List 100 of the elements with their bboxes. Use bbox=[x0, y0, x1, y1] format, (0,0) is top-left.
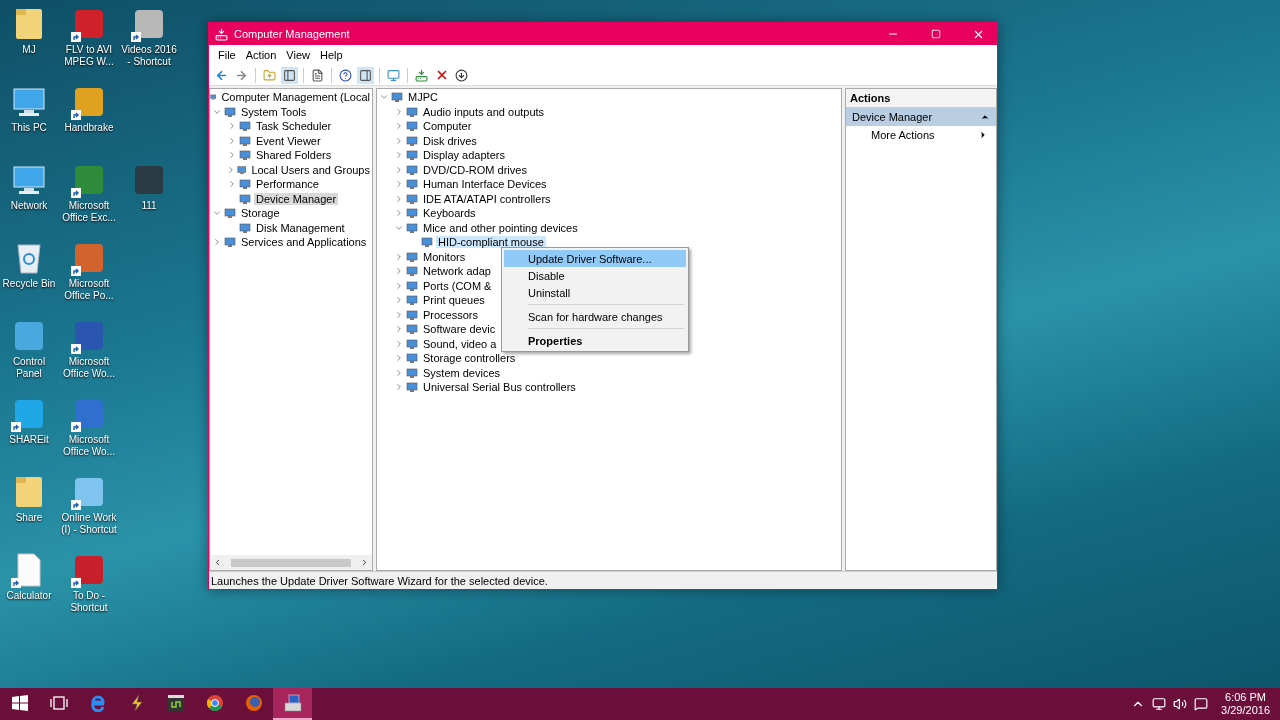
tree-item[interactable]: Local Users and Groups bbox=[249, 163, 372, 176]
tree-item[interactable]: Monitors bbox=[421, 250, 468, 263]
computer-app-icon bbox=[282, 694, 303, 712]
expand-icon[interactable] bbox=[394, 179, 404, 190]
tree-item[interactable]: Computer bbox=[421, 120, 474, 133]
notifications-icon[interactable] bbox=[1194, 697, 1209, 711]
tree-item[interactable]: Software devic bbox=[421, 323, 498, 336]
volume-icon[interactable] bbox=[1173, 697, 1188, 711]
tree-item[interactable]: Services and Applications bbox=[239, 236, 369, 249]
menu-item[interactable]: Update Driver Software... bbox=[504, 250, 686, 267]
action-item[interactable]: More Actions bbox=[846, 126, 996, 144]
tree-item[interactable]: Disk Management bbox=[254, 221, 347, 234]
expand-icon[interactable] bbox=[394, 367, 404, 378]
menu-item[interactable]: Disable bbox=[504, 267, 686, 284]
expand-icon[interactable] bbox=[394, 251, 404, 262]
tree-item[interactable]: Universal Serial Bus controllers bbox=[421, 381, 578, 394]
tree-item[interactable]: Sound, video a bbox=[421, 337, 499, 350]
tree-item[interactable]: Ports (COM & bbox=[421, 279, 494, 292]
action-pane-button[interactable] bbox=[357, 66, 374, 84]
tree-item[interactable]: Human Interface Devices bbox=[421, 178, 549, 191]
expand-icon[interactable] bbox=[227, 121, 237, 132]
tree-item[interactable]: Keyboards bbox=[421, 207, 478, 220]
menu-item[interactable]: Scan for hardware changes bbox=[504, 308, 686, 325]
device-icon bbox=[406, 381, 418, 394]
menu-item[interactable]: Help bbox=[314, 49, 348, 61]
expand-icon[interactable] bbox=[227, 135, 237, 146]
desktop-shortcut[interactable]: FLV to AVI MPEG W... bbox=[60, 6, 118, 68]
expand-icon[interactable] bbox=[227, 150, 237, 161]
tree-item[interactable]: Print queues bbox=[421, 294, 487, 307]
desktop-shortcut[interactable]: Handbrake bbox=[60, 84, 118, 134]
expand-icon[interactable] bbox=[394, 338, 404, 349]
help-button[interactable] bbox=[337, 66, 354, 84]
expand-icon[interactable] bbox=[394, 193, 404, 204]
desktop-shortcut[interactable]: Microsoft Office Exc... bbox=[60, 162, 118, 224]
menu-item[interactable]: Action bbox=[240, 49, 282, 61]
tree-item[interactable]: Mice and other pointing devices bbox=[421, 221, 580, 234]
menu-item[interactable]: File bbox=[213, 49, 241, 61]
tree-item[interactable]: Storage controllers bbox=[421, 352, 518, 365]
tree-item[interactable]: Task Scheduler bbox=[254, 120, 334, 133]
actions-section[interactable]: Device Manager bbox=[846, 108, 996, 126]
desktop-shortcut[interactable]: Share bbox=[0, 474, 58, 524]
desktop-shortcut[interactable]: SHAREit bbox=[0, 396, 58, 446]
menu-item[interactable]: Properties bbox=[504, 332, 686, 349]
menu-item[interactable]: Uninstall bbox=[504, 284, 686, 301]
desktop-shortcut[interactable]: Microsoft Office Po... bbox=[60, 240, 118, 302]
expand-icon[interactable] bbox=[394, 266, 404, 277]
expand-icon[interactable] bbox=[394, 150, 404, 161]
desktop-shortcut[interactable]: To Do - Shortcut bbox=[60, 552, 118, 614]
status-bar: Launches the Update Driver Software Wizard for the selected device. bbox=[209, 571, 997, 589]
expand-icon[interactable] bbox=[394, 164, 404, 175]
update-driver-button[interactable] bbox=[413, 66, 430, 84]
tree-item[interactable]: DVD/CD-ROM drives bbox=[421, 163, 529, 176]
tree-item[interactable]: System devices bbox=[421, 366, 503, 379]
desktop-shortcut[interactable]: Calculator bbox=[0, 552, 58, 602]
expand-icon[interactable] bbox=[394, 382, 404, 393]
tree-item[interactable]: MJPC bbox=[406, 91, 440, 104]
desktop-shortcut[interactable]: This PC bbox=[0, 84, 58, 134]
desktop-shortcut[interactable]: Videos 2016 - Shortcut bbox=[120, 6, 178, 68]
desktop-shortcut[interactable]: Control Panel bbox=[0, 318, 58, 380]
network-icon[interactable] bbox=[1152, 697, 1167, 711]
tree-item[interactable]: HID-compliant mouse bbox=[436, 236, 546, 249]
desktop-shortcut[interactable]: 111 bbox=[120, 162, 178, 212]
tree-item[interactable]: Shared Folders bbox=[254, 149, 334, 162]
menu-item[interactable]: View bbox=[281, 49, 315, 61]
desktop-shortcut[interactable]: Recycle Bin bbox=[0, 240, 58, 290]
expand-icon[interactable] bbox=[394, 280, 404, 291]
scroll-right-icon[interactable] bbox=[360, 558, 369, 567]
console-tree-button[interactable] bbox=[281, 66, 298, 84]
expand-icon[interactable] bbox=[212, 237, 222, 248]
tree-item[interactable]: Display adapters bbox=[421, 149, 507, 162]
desktop-shortcut[interactable]: Microsoft Office Wo... bbox=[60, 318, 118, 380]
expand-icon[interactable] bbox=[394, 106, 404, 117]
expand-icon[interactable] bbox=[394, 295, 404, 306]
expand-icon[interactable] bbox=[394, 135, 404, 146]
desktop-shortcut[interactable]: Network bbox=[0, 162, 58, 212]
expand-icon[interactable] bbox=[394, 309, 404, 320]
scroll-left-icon[interactable] bbox=[213, 558, 222, 567]
desktop-shortcut[interactable]: MJ bbox=[0, 6, 58, 56]
tree-item[interactable]: Device Manager bbox=[254, 192, 339, 205]
tree-item[interactable]: Processors bbox=[421, 308, 481, 321]
tree-item[interactable]: Network adap bbox=[421, 265, 493, 278]
desktop-shortcut[interactable]: Online Work (I) - Shortcut bbox=[60, 474, 118, 536]
windows-logo-icon bbox=[11, 695, 28, 711]
expand-icon[interactable] bbox=[394, 324, 404, 335]
expand-icon[interactable] bbox=[227, 179, 237, 190]
clock[interactable]: 6:06 PM 3/29/2016 bbox=[1221, 691, 1270, 717]
horizontal-scrollbar[interactable] bbox=[210, 555, 372, 570]
tree-item[interactable]: Disk drives bbox=[421, 134, 479, 147]
expand-icon[interactable] bbox=[394, 121, 404, 132]
tree-item[interactable]: Event Viewer bbox=[254, 134, 323, 147]
tree-item[interactable]: IDE ATA/ATAPI controllers bbox=[421, 192, 553, 205]
expand-icon[interactable] bbox=[394, 208, 404, 219]
tree-item[interactable]: Storage bbox=[239, 207, 282, 220]
tree-item[interactable]: Audio inputs and outputs bbox=[421, 105, 547, 118]
tree-item[interactable]: Performance bbox=[254, 178, 321, 191]
tree-item[interactable]: System Tools bbox=[239, 105, 309, 118]
tree-item[interactable]: Computer Management (Local bbox=[219, 91, 372, 104]
expand-icon[interactable] bbox=[394, 353, 404, 364]
disable-button[interactable] bbox=[453, 66, 470, 84]
desktop-shortcut[interactable]: Microsoft Office Wo... bbox=[60, 396, 118, 458]
